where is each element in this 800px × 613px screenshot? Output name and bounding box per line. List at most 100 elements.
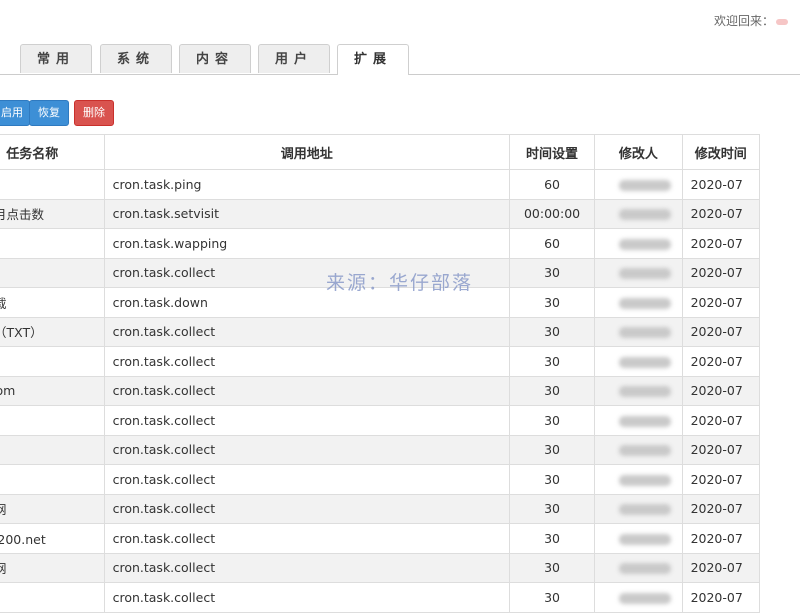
- time-setting-cell: 30: [508, 552, 596, 583]
- task-name-cell: 阁: [0, 582, 105, 613]
- modified-time-cell: 2020-07: [681, 464, 761, 495]
- task-name-cell: 说网: [0, 346, 105, 377]
- task-name-cell: 阁b5200.net: [0, 523, 105, 554]
- restore-button[interactable]: 恢复: [29, 100, 69, 126]
- modified-time-cell: 2020-07: [681, 582, 761, 613]
- modified-time-cell: 2020-07: [681, 375, 761, 406]
- modified-time-cell: 2020-07: [681, 316, 761, 347]
- redacted-modifier: [619, 504, 672, 516]
- modified-time-cell: 2020-07: [681, 228, 761, 259]
- task-name-cell: 书盟: [0, 464, 105, 495]
- task-name-cell: zw.com: [0, 375, 105, 406]
- table-row[interactable]: 阁cron.task.collect30 2020-07: [0, 582, 761, 613]
- modifier-cell: [594, 316, 683, 347]
- call-url-cell: cron.task.collect: [103, 405, 510, 436]
- time-setting-cell: 30: [508, 287, 596, 318]
- time-setting-cell: 30: [508, 464, 596, 495]
- modified-time-cell: 2020-07: [681, 198, 761, 229]
- time-setting-cell: 60: [508, 228, 596, 259]
- col-modified-time: 修改时间: [681, 134, 761, 170]
- modifier-cell: [594, 582, 683, 613]
- time-setting-cell: 30: [508, 434, 596, 465]
- table-header-row: 任务名称 调用地址 时间设置 修改人 修改时间: [0, 134, 761, 170]
- redacted-modifier: [619, 386, 672, 398]
- redacted-modifier: [619, 415, 672, 427]
- redacted-modifier: [619, 563, 672, 575]
- table-row[interactable]: 中文（TXT）cron.task.collect30 2020-07: [0, 316, 761, 347]
- tab-system[interactable]: 系统: [100, 44, 172, 73]
- delete-button[interactable]: 删除: [74, 100, 114, 126]
- modified-time-cell: 2020-07: [681, 493, 761, 524]
- redacted-modifier: [619, 327, 672, 339]
- time-setting-cell: 30: [508, 405, 596, 436]
- call-url-cell: cron.task.collect: [103, 493, 510, 524]
- call-url-cell: cron.task.collect: [103, 523, 510, 554]
- call-url-cell: cron.task.down: [103, 287, 510, 318]
- call-url-cell: cron.task.collect: [103, 346, 510, 377]
- modified-time-cell: 2020-07: [681, 434, 761, 465]
- col-task-name: 任务名称: [0, 134, 105, 170]
- modifier-cell: [594, 228, 683, 259]
- tab-common[interactable]: 常用: [20, 44, 92, 73]
- table-row[interactable]: 说网cron.task.collect30 2020-07: [0, 434, 761, 465]
- call-url-cell: cron.task.collect: [103, 434, 510, 465]
- call-url-cell: cron.task.collect: [103, 375, 510, 406]
- task-name-cell: 提交: [0, 228, 105, 259]
- table-row[interactable]: zw.comcron.task.collect30 2020-07: [0, 375, 761, 406]
- time-setting-cell: 30: [508, 523, 596, 554]
- redacted-modifier: [619, 238, 672, 250]
- modifier-cell: [594, 257, 683, 288]
- table-row[interactable]: 中文cron.task.collect30 2020-07: [0, 257, 761, 288]
- modified-time-cell: 2020-07: [681, 552, 761, 583]
- task-name-cell: 网下载: [0, 287, 105, 318]
- username-redacted: [776, 18, 788, 25]
- enable-button[interactable]: 启用: [0, 100, 30, 126]
- redacted-modifier: [619, 533, 672, 545]
- table-row[interactable]: wxcron.task.collect30 2020-07: [0, 405, 761, 436]
- call-url-cell: cron.task.setvisit: [103, 198, 510, 229]
- task-name-cell: 小说网: [0, 493, 105, 524]
- modified-time-cell: 2020-07: [681, 346, 761, 377]
- time-setting-cell: 00:00:00: [508, 198, 596, 229]
- time-setting-cell: 30: [508, 375, 596, 406]
- modified-time-cell: 2020-07: [681, 523, 761, 554]
- tab-extensions[interactable]: 扩展: [337, 44, 409, 75]
- modifier-cell: [594, 434, 683, 465]
- redacted-modifier: [619, 474, 672, 486]
- call-url-cell: cron.task.ping: [103, 169, 510, 200]
- table-row[interactable]: 网下载cron.task.down30 2020-07: [0, 287, 761, 318]
- redacted-modifier: [619, 268, 672, 280]
- modifier-cell: [594, 464, 683, 495]
- time-setting-cell: 30: [508, 257, 596, 288]
- col-time-setting: 时间设置: [508, 134, 596, 170]
- call-url-cell: cron.task.collect: [103, 582, 510, 613]
- task-name-cell: 中文: [0, 257, 105, 288]
- time-setting-cell: 30: [508, 493, 596, 524]
- modifier-cell: [594, 169, 683, 200]
- modifier-cell: [594, 198, 683, 229]
- tab-users[interactable]: 用户: [258, 44, 330, 73]
- call-url-cell: cron.task.collect: [103, 257, 510, 288]
- table-row[interactable]: 日周月点击数cron.task.setvisit00:00:00 2020-07: [0, 198, 761, 229]
- modifier-cell: [594, 287, 683, 318]
- call-url-cell: cron.task.collect: [103, 316, 510, 347]
- redacted-modifier: [619, 209, 672, 221]
- col-modifier: 修改人: [594, 134, 683, 170]
- table-row[interactable]: 说网cron.task.collect30 2020-07: [0, 346, 761, 377]
- task-name-cell: 日周月点击数: [0, 198, 105, 229]
- modifier-cell: [594, 493, 683, 524]
- table-row[interactable]: 小说网cron.task.collect30 2020-07: [0, 493, 761, 524]
- top-tabs: 常用 系统 内容 用户 扩展: [0, 44, 800, 75]
- table-row[interactable]: 提交cron.task.wapping60 2020-07: [0, 228, 761, 259]
- table-row[interactable]: 阁b5200.netcron.task.collect30 2020-07: [0, 523, 761, 554]
- call-url-cell: cron.task.collect: [103, 552, 510, 583]
- table-row[interactable]: 小说网cron.task.collect30 2020-07: [0, 552, 761, 583]
- time-setting-cell: 30: [508, 346, 596, 377]
- redacted-modifier: [619, 445, 672, 457]
- cron-task-table: 任务名称 调用地址 时间设置 修改人 修改时间 提交cron.task.ping…: [0, 134, 761, 613]
- tab-content[interactable]: 内容: [179, 44, 251, 73]
- table-row[interactable]: 书盟cron.task.collect30 2020-07: [0, 464, 761, 495]
- modifier-cell: [594, 552, 683, 583]
- time-setting-cell: 30: [508, 316, 596, 347]
- table-row[interactable]: 提交cron.task.ping60 2020-07: [0, 169, 761, 200]
